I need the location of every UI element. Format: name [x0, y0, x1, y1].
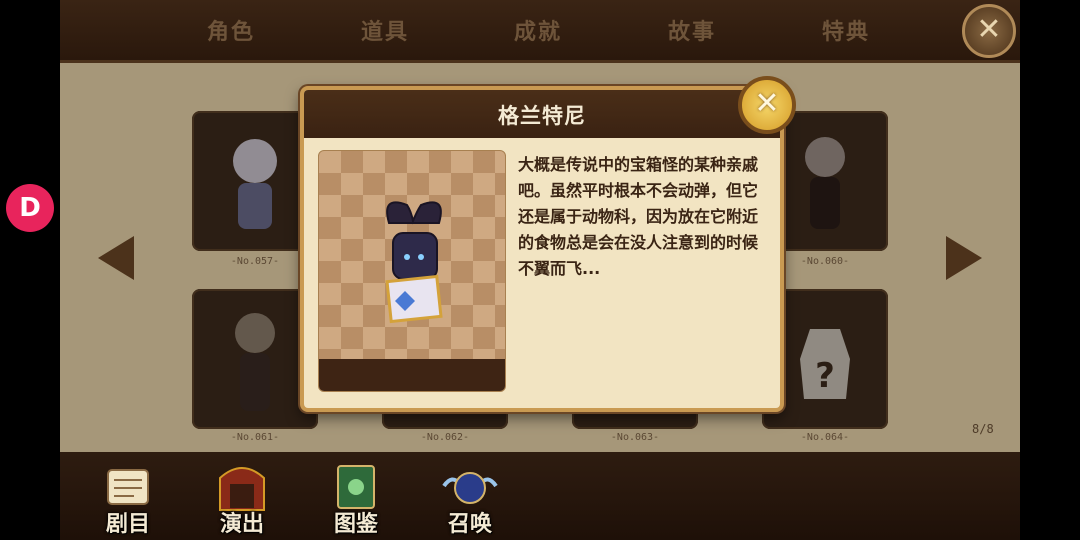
nav-label: 演出	[219, 512, 264, 537]
tab-story[interactable]: 故事	[642, 14, 742, 46]
tab-character[interactable]: 角色	[181, 14, 281, 46]
scroll-icon	[107, 469, 149, 505]
stage-icon	[219, 467, 265, 511]
tab-achievements[interactable]: 成就	[488, 14, 588, 46]
dialog-header: 格兰特尼	[304, 90, 780, 138]
top-tab-bar: 角色 道具 成就 故事 特典 ✕	[60, 0, 1020, 63]
item-detail-dialog: 格兰特尼 ✕ 大概是传说中的宝箱怪的某种亲戚吧。虽然平时根本不会动弹，但它还是属…	[300, 76, 796, 412]
tab-bonus[interactable]: 特典	[796, 14, 896, 46]
nav-label: 召唤	[447, 512, 492, 537]
nav-label: 图鉴	[333, 512, 378, 537]
bottom-nav-bar: 剧目 演出 图鉴 召唤	[60, 452, 1020, 540]
close-icon[interactable]: ✕	[738, 76, 796, 134]
book-icon	[337, 465, 375, 509]
tab-items[interactable]: 道具	[335, 14, 435, 46]
nav-item-performance[interactable]: 演出	[192, 452, 292, 540]
gallery-screen: 角色 道具 成就 故事 特典 ✕ -No.057- -No.060- -No.0…	[60, 0, 1020, 540]
item-portrait	[318, 150, 506, 392]
orb-icon	[442, 472, 498, 504]
nav-label: 剧目	[105, 512, 150, 537]
treasure-chest-creature-icon	[385, 201, 443, 324]
nav-item-repertoire[interactable]: 剧目	[78, 452, 178, 540]
nav-item-summon[interactable]: 召唤	[420, 452, 520, 540]
portrait-footer	[319, 359, 505, 391]
close-icon[interactable]: ✕	[962, 4, 1016, 58]
item-description: 大概是传说中的宝箱怪的某种亲戚吧。虽然平时根本不会动弹，但它还是属于动物科，因为…	[518, 155, 759, 278]
overlay-badge-icon[interactable]: D	[6, 184, 54, 232]
nav-item-encyclopedia[interactable]: 图鉴	[306, 452, 406, 540]
dialog-title: 格兰特尼	[498, 104, 586, 128]
